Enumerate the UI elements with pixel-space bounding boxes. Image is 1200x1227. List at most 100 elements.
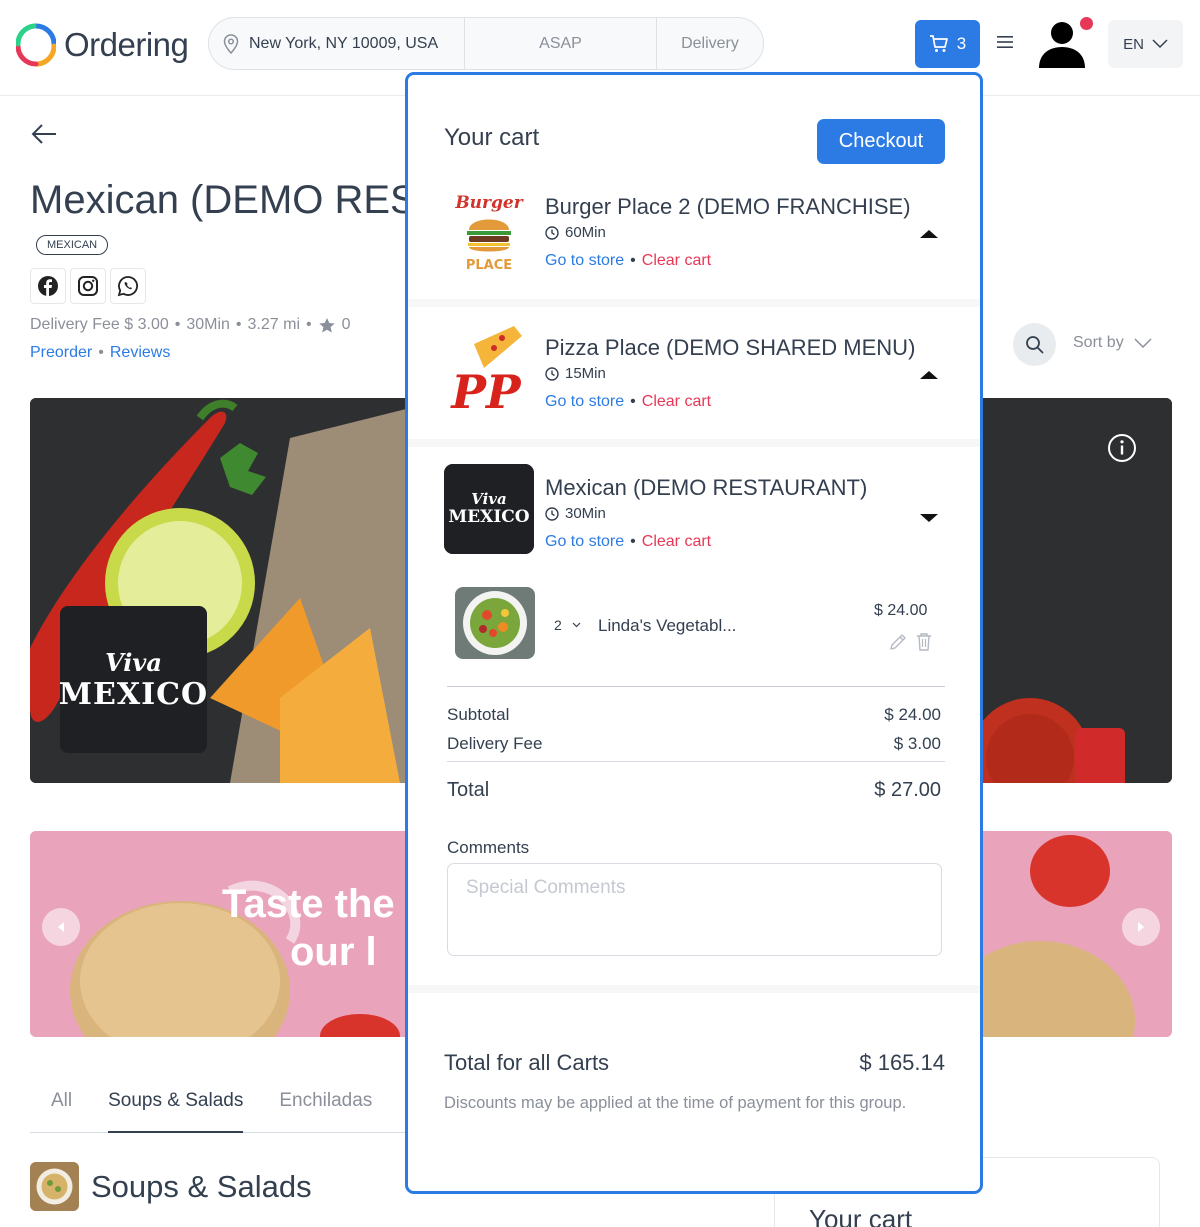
business-name: Burger Place 2 (DEMO FRANCHISE) [545,194,911,219]
subtotal-value: $ 24.00 [884,705,941,724]
caret-down-icon[interactable] [919,512,939,524]
product-price: $ 24.00 [874,602,928,619]
language-selector[interactable]: EN [1108,20,1183,68]
delivery-fee-label: Delivery Fee [447,734,543,753]
trash-icon[interactable] [915,632,933,652]
clock-icon [545,506,559,521]
facebook-link[interactable] [30,268,66,304]
cart-popover: Your cart Checkout Burger PLACE Burger P… [405,72,983,1194]
social-links [30,268,146,304]
sort-by-dropdown[interactable]: Sort by [1073,334,1152,352]
carousel-next-button[interactable] [1122,908,1160,946]
whatsapp-link[interactable] [110,268,146,304]
tab-all[interactable]: All [51,1090,72,1133]
instagram-icon [78,276,98,296]
svg-text:MEXICO: MEXICO [448,507,529,527]
category-tag: MEXICAN [36,235,109,255]
banner-line1: Taste the [222,882,395,926]
carousel-prev-button[interactable] [42,908,80,946]
business-logo: PP [444,324,534,414]
soup-bowl-image [30,1162,79,1211]
distance-text: 3.27 mi [247,316,300,333]
chevron-down-icon [572,622,581,628]
quantity-selector[interactable]: 2 [550,609,594,641]
subtotal-label: Subtotal [447,705,510,724]
store-title: Mexican (DEMO REST [30,178,442,222]
notification-dot [1080,17,1093,30]
caret-up-icon[interactable] [919,228,939,240]
business-delivery-time: 15Min [545,365,606,382]
reviews-link[interactable]: Reviews [110,344,170,362]
cart-icon [929,35,948,52]
quantity-value: 2 [554,617,562,633]
section-title: Soups & Salads [91,1168,312,1204]
business-delivery-time: 60Min [545,224,606,241]
store-meta: Delivery Fee $ 3.00 • 30Min • 3.27 mi • … [30,316,351,333]
business-name: Pizza Place (DEMO SHARED MENU) [545,335,916,360]
clear-cart-link[interactable]: Clear cart [642,393,711,411]
svg-text:PP: PP [449,365,522,414]
store-links: Preorder • Reviews [30,344,171,362]
total-all-carts-label: Total for all Carts [444,1050,610,1075]
svg-text:Viva: Viva [471,490,507,508]
divider [447,686,945,687]
store-logo-line1: Viva [105,647,162,677]
order-type-selector[interactable]: Delivery [657,18,763,69]
business-logo: Burger PLACE [444,184,534,274]
rating-text: 0 [341,316,351,333]
tab-enchiladas[interactable]: Enchiladas [279,1090,372,1133]
chevron-right-icon [1138,922,1144,932]
product-image [455,587,535,659]
banner-headline: Taste the our l [222,880,395,976]
search-icon [1026,336,1044,354]
back-arrow-icon[interactable] [30,121,58,147]
info-icon[interactable] [1106,432,1138,464]
section-thumbnail [30,1162,79,1211]
go-to-store-link[interactable]: Go to store [545,533,624,551]
language-label: EN [1123,35,1144,53]
comments-field[interactable] [447,863,942,956]
go-to-store-link[interactable]: Go to store [545,252,624,270]
delivery-fee-value: $ 3.00 [893,734,941,753]
product-name: Linda's Vegetabl... [598,616,737,635]
time-selector[interactable]: ASAP [465,18,657,69]
logo[interactable]: Ordering [16,22,189,68]
delivery-fee-text: Delivery Fee $ 3.00 [30,316,169,333]
cart-button[interactable]: 3 [915,20,980,68]
store-logo-line2: MEXICO [58,676,209,712]
cart-count: 3 [956,34,967,53]
hamburger-menu-icon[interactable] [996,34,1014,50]
clear-cart-link[interactable]: Clear cart [642,533,711,551]
burger-place-logo: Burger PLACE [444,184,534,274]
divider [447,761,945,762]
total-value: $ 27.00 [874,779,941,801]
instagram-link[interactable] [70,268,106,304]
svg-text:Burger: Burger [454,193,523,213]
total-all-carts-value: $ 165.14 [859,1050,945,1075]
viva-mexico-logo: Viva MEXICO [444,464,534,554]
section-heading: Soups & Salads [30,1162,312,1211]
comments-label: Comments [447,838,530,857]
tab-soups-salads[interactable]: Soups & Salads [108,1090,244,1133]
caret-up-icon[interactable] [919,369,939,381]
chevron-left-icon [58,922,64,932]
total-label: Total [447,779,490,801]
business-delivery-time: 30Min [545,505,606,522]
checkout-button[interactable]: Checkout [817,119,945,164]
delivery-time-text: 30Min [186,316,230,333]
discount-note: Discounts may be applied at the time of … [444,1094,907,1112]
product-search-button[interactable] [1013,323,1056,366]
divider [408,299,980,307]
go-to-store-link[interactable]: Go to store [545,393,624,411]
preorder-link[interactable]: Preorder [30,344,92,362]
address-selector[interactable]: New York, NY 10009, USA [209,18,465,69]
clear-cart-link[interactable]: Clear cart [642,252,711,270]
chevron-down-icon [1152,39,1168,49]
edit-pencil-icon[interactable] [888,632,908,652]
side-cart-title: Your cart [809,1204,913,1227]
chevron-down-icon [1134,338,1152,348]
pizza-place-logo: PP [444,324,534,414]
business-actions: Go to store • Clear cart [545,393,712,411]
business-logo: Viva MEXICO [444,464,534,554]
clock-icon [545,225,559,240]
